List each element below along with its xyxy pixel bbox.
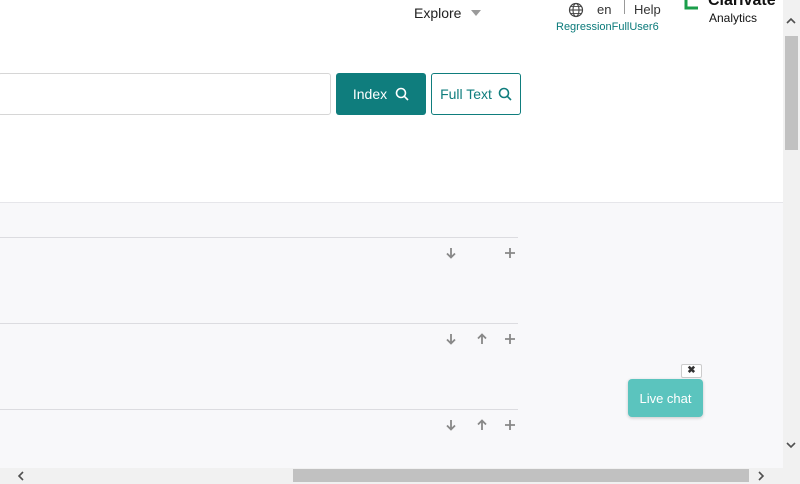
horizontal-scrollbar-thumb[interactable] [293,469,749,482]
username-link[interactable]: RegressionFullUser6 [556,21,659,33]
move-up-icon[interactable] [475,332,489,346]
move-up-icon[interactable] [475,418,489,432]
move-down-icon[interactable] [444,332,458,346]
clarivate-logo[interactable]: Clarivate Analytics [684,0,784,26]
move-down-icon[interactable] [444,418,458,432]
add-row-icon[interactable] [503,246,517,260]
language-selector[interactable]: en [597,2,611,17]
add-row-icon[interactable] [503,332,517,346]
live-chat-close-button[interactable]: ✖ [681,364,702,378]
scroll-right-arrow-icon[interactable] [755,470,767,482]
row-divider [0,323,518,324]
explore-label: Explore [414,5,462,21]
search-rows-panel [0,202,783,468]
row-divider [0,237,518,238]
search-icon [498,87,512,101]
row-divider [0,409,518,410]
clarivate-logo-icon [684,0,698,10]
index-search-button[interactable]: Index [336,73,426,115]
search-icon [395,87,409,101]
search-input[interactable] [0,73,331,115]
scrollbar-corner [783,468,800,484]
scroll-up-arrow-icon[interactable] [785,15,797,27]
vertical-scrollbar-thumb[interactable] [785,36,798,150]
index-button-label: Index [352,86,388,102]
logo-text-secondary: Analytics [709,11,758,25]
header-divider [624,0,625,14]
move-down-icon[interactable] [444,246,458,260]
add-row-icon[interactable] [503,418,517,432]
scroll-left-arrow-icon[interactable] [15,470,27,482]
explore-menu[interactable]: Explore [414,5,482,21]
live-chat-button[interactable]: Live chat [628,379,703,417]
top-header: Explore en Help RegressionFullUser6 Clar… [0,0,783,60]
chevron-down-icon [471,10,482,16]
globe-icon[interactable] [568,2,584,18]
scroll-down-arrow-icon[interactable] [785,439,797,451]
help-link[interactable]: Help [634,2,661,17]
fulltext-button-label: Full Text [440,86,492,102]
fulltext-search-button[interactable]: Full Text [431,73,521,115]
logo-text-primary: Clarivate [708,0,776,9]
